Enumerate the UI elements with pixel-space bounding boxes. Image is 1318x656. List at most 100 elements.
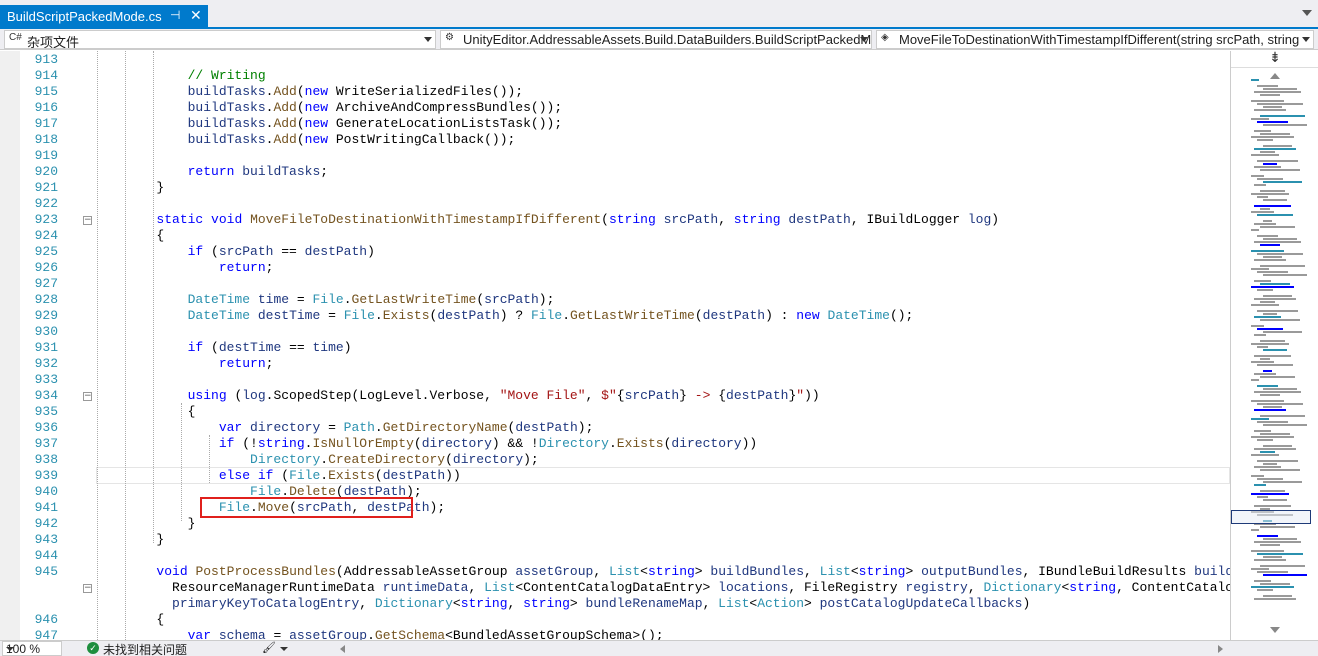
code-token: var <box>187 628 212 640</box>
code-line[interactable]: 930 <box>0 324 1230 340</box>
collapse-icon[interactable]: − <box>83 392 92 401</box>
code-line[interactable]: 932 return; <box>0 356 1230 372</box>
member-label: MoveFileToDestinationWithTimestampIfDiff… <box>899 32 1300 47</box>
code-line[interactable]: 923 static void MoveFileToDestinationWit… <box>0 212 1230 228</box>
issues-status[interactable]: 未找到相关问题 <box>103 641 187 656</box>
minimap-line <box>1257 553 1303 555</box>
vertical-scrollbar-minimap[interactable]: ⇟ <box>1230 51 1318 640</box>
code-line[interactable]: ResourceManagerRuntimeData runtimeData , … <box>0 580 1230 596</box>
split-window-icon[interactable]: ⇟ <box>1231 51 1318 68</box>
code-line[interactable]: 915 buildTasks.Add(new WriteSerializedFi… <box>0 84 1230 100</box>
minimap-line <box>1257 121 1288 123</box>
line-number: 938 <box>34 452 58 467</box>
code-token: ) <box>991 212 1000 227</box>
code-line[interactable]: 922 <box>0 196 1230 212</box>
minimap-line <box>1260 565 1305 567</box>
minimap-line <box>1257 253 1303 255</box>
minimap-line <box>1254 259 1286 261</box>
code-editor[interactable]: 913 914 // Writing 915 buildTasks.Add(new … <box>0 51 1230 640</box>
code-token: time <box>257 292 290 307</box>
code-line[interactable]: 929 DateTime destTime = File.Exists(dest… <box>0 308 1230 324</box>
code-line[interactable]: 933 <box>0 372 1230 388</box>
code-token: outputBundles <box>921 564 1023 579</box>
code-cleanup-icon[interactable]: 🖌 <box>262 641 276 654</box>
minimap-line <box>1257 460 1298 462</box>
code-line[interactable]: primaryKeyToCatalogEntry, Dictionary<str… <box>0 596 1230 612</box>
code-line[interactable]: 937 if (!string.IsNullOrEmpty(directory)… <box>0 436 1230 452</box>
indent-guide <box>125 51 126 640</box>
minimap-line <box>1254 280 1271 282</box>
collapse-icon[interactable]: − <box>83 584 92 593</box>
code-line[interactable]: 942 } <box>0 516 1230 532</box>
code-token: Exists <box>328 468 375 483</box>
minimap-line <box>1257 271 1288 273</box>
close-icon[interactable]: ✕ <box>190 7 202 24</box>
code-line[interactable]: 928 DateTime time = File.GetLastWriteTim… <box>0 292 1230 308</box>
pin-icon[interactable]: ⊣ <box>170 8 180 22</box>
indent-guide <box>181 403 182 521</box>
minimap-line <box>1260 340 1285 342</box>
code-token: List <box>484 580 516 595</box>
scrollbar-thumb[interactable] <box>1231 510 1311 524</box>
minimap-line <box>1257 346 1268 348</box>
zoom-dropdown[interactable]: 100 % <box>2 641 62 656</box>
minimap-line <box>1263 181 1302 183</box>
code-line[interactable]: 917 buildTasks.Add(new GenerateLocationL… <box>0 116 1230 132</box>
code-line[interactable]: 934 using (log.ScopedStep(LogLevel.Verbo… <box>0 388 1230 404</box>
code-line[interactable]: 913 <box>0 52 1230 68</box>
code-text: primaryKeyToCatalogEntry, Dictionary<str… <box>94 596 1030 612</box>
code-line[interactable]: 920 return buildTasks; <box>0 164 1230 180</box>
code-line[interactable]: 931 if (destTime == time) <box>0 340 1230 356</box>
check-circle-icon[interactable]: ✓ <box>87 642 99 654</box>
minimap-line <box>1260 169 1300 171</box>
code-token: ) <box>367 244 375 259</box>
code-text: buildTasks.Add(new ArchiveAndCompressBun… <box>94 100 563 116</box>
minimap-line <box>1254 409 1286 411</box>
code-text: static void MoveFileToDestinationWithTim… <box>94 212 999 228</box>
type-dropdown[interactable]: ⚙ UnityEditor.AddressableAssets.Build.Da… <box>440 30 872 49</box>
code-line[interactable]: 914 // Writing <box>0 68 1230 84</box>
code-line[interactable]: 921 } <box>0 180 1230 196</box>
code-line[interactable]: 935 { <box>0 404 1230 420</box>
scroll-left-icon[interactable] <box>340 645 345 653</box>
collapse-icon[interactable]: − <box>83 216 92 225</box>
code-line[interactable]: 918 buildTasks.Add(new PostWritingCallba… <box>0 132 1230 148</box>
code-line[interactable]: 938 Directory.CreateDirectory(directory)… <box>0 452 1230 468</box>
code-minimap[interactable] <box>1251 71 1311 611</box>
code-line[interactable]: 941 File.Move(srcPath, destPath); <box>0 500 1230 516</box>
minimap-line <box>1257 289 1273 291</box>
code-line[interactable]: 924 { <box>0 228 1230 244</box>
code-line[interactable]: 939 else if (File.Exists(destPath)) <box>0 468 1230 484</box>
scroll-right-icon[interactable] <box>1218 645 1223 653</box>
code-line[interactable]: 940 File.Delete(destPath); <box>0 484 1230 500</box>
line-number: 935 <box>34 404 58 419</box>
code-line[interactable]: 919 <box>0 148 1230 164</box>
code-line[interactable]: 926 return; <box>0 260 1230 276</box>
code-line[interactable]: 946 { <box>0 612 1230 628</box>
project-dropdown[interactable]: C# 杂项文件 <box>4 30 436 49</box>
code-line[interactable]: 944 <box>0 548 1230 564</box>
code-line[interactable]: 945 void PostProcessBundles(AddressableA… <box>0 564 1230 580</box>
document-tab[interactable]: BuildScriptPackedMode.cs ⊣ ✕ <box>0 5 208 29</box>
member-dropdown[interactable]: ◈ MoveFileToDestinationWithTimestampIfDi… <box>876 30 1314 49</box>
code-token: ; <box>265 260 274 275</box>
minimap-line <box>1254 355 1291 357</box>
scroll-down-icon[interactable] <box>1270 627 1280 633</box>
code-line[interactable]: 927 <box>0 276 1230 292</box>
code-text: DateTime destTime = File.Exists(destPath… <box>94 308 914 324</box>
code-line[interactable]: 916 buildTasks.Add(new ArchiveAndCompres… <box>0 100 1230 116</box>
code-line[interactable]: 943 } <box>0 532 1230 548</box>
code-line[interactable]: 925 if (srcPath == destPath) <box>0 244 1230 260</box>
minimap-line <box>1263 538 1297 540</box>
tab-list-dropdown-icon[interactable] <box>1302 10 1312 16</box>
code-line[interactable]: 936 var directory = Path.GetDirectoryNam… <box>0 420 1230 436</box>
code-token: string <box>460 596 508 611</box>
method-icon: ◈ <box>881 32 889 43</box>
code-token: . <box>320 452 329 467</box>
chevron-down-icon[interactable] <box>280 647 288 651</box>
code-line[interactable]: 947 var schema = assetGroup.GetSchema<Bu… <box>0 628 1230 640</box>
code-token: GetSchema <box>374 628 446 640</box>
